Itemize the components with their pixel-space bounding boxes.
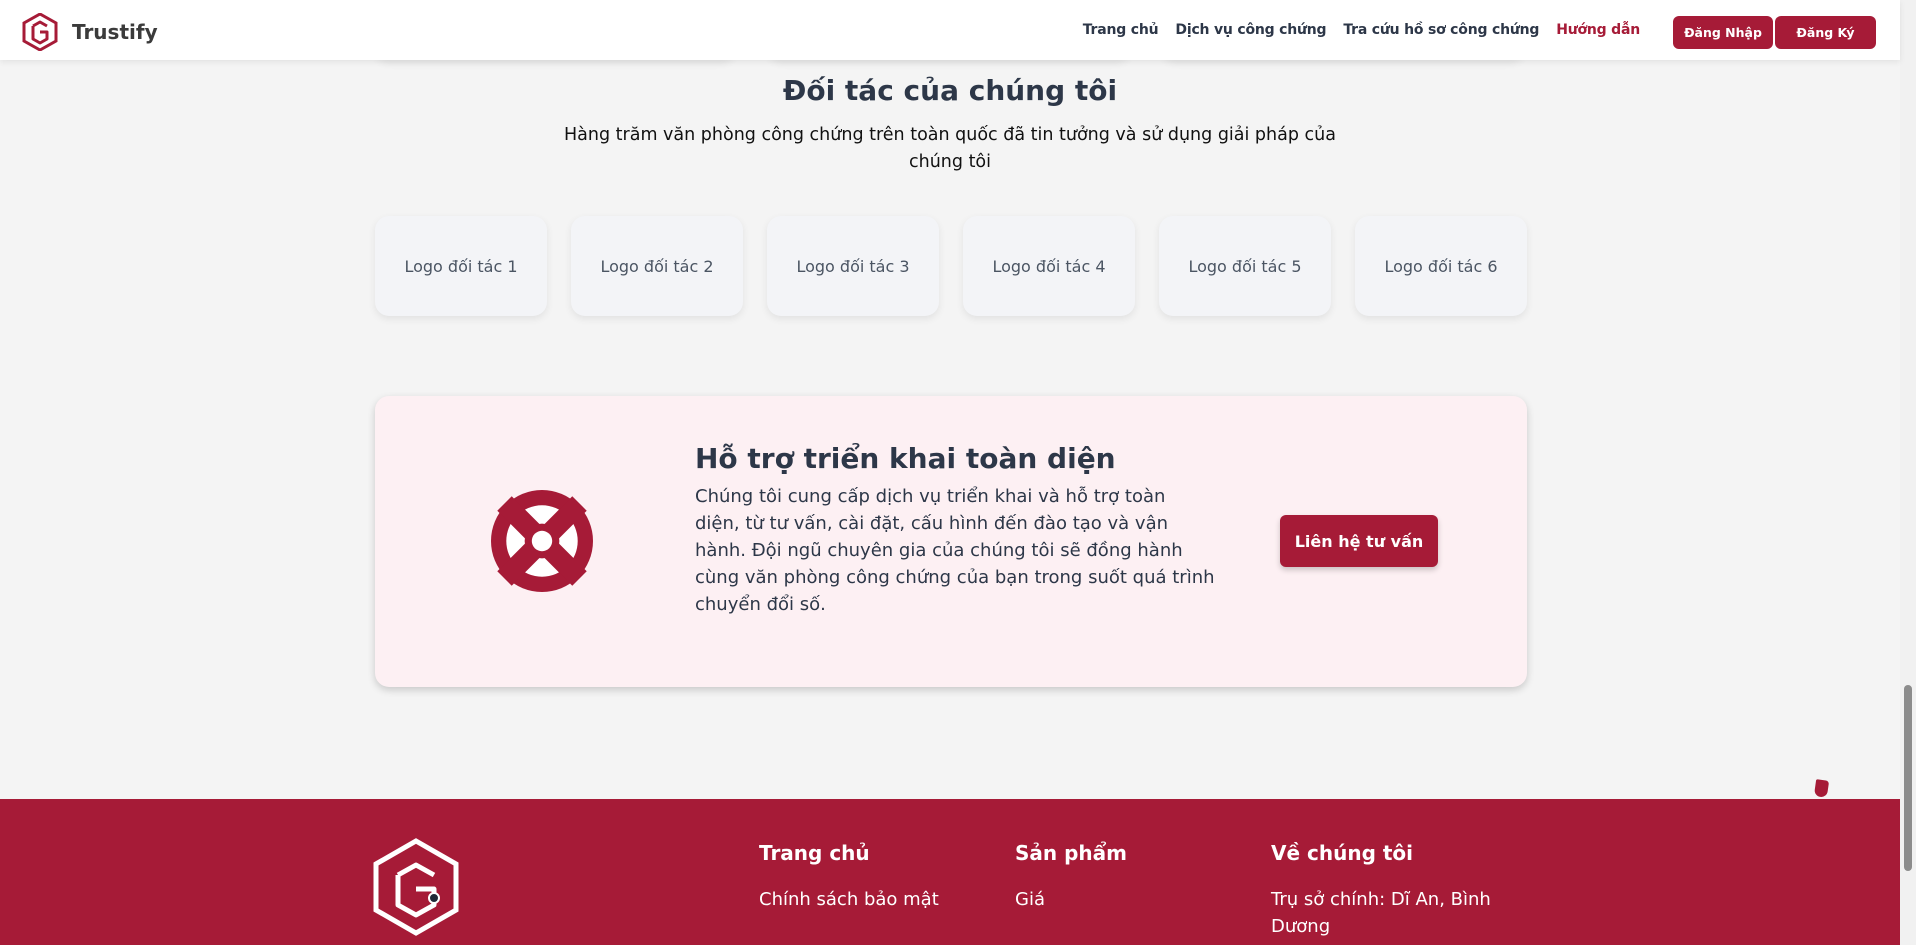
partner-logo-card: Logo đối tác 6 [1355,216,1527,316]
brand[interactable]: Trustify [22,13,158,51]
lifebuoy-icon [491,490,593,592]
footer-logo-icon [373,838,459,936]
site-footer: Trang chủ Chính sách bảo mật Sản phẩm Gi… [0,799,1900,945]
main-nav: Trang chủ Dịch vụ công chứng Tra cứu hồ … [1083,0,1640,60]
footer-column-products: Sản phẩm Giá [1015,841,1215,913]
support-text: Chúng tôi cung cấp dịch vụ triển khai và… [695,486,1215,615]
site-header: Trustify Trang chủ Dịch vụ công chứng Tr… [0,0,1900,60]
partner-logos: Logo đối tác 1 Logo đối tác 2 Logo đối t… [375,216,1527,316]
footer-column-home: Trang chủ Chính sách bảo mật [759,841,999,913]
footer-link-privacy[interactable]: Chính sách bảo mật [759,886,999,913]
footer-column-title[interactable]: Trang chủ [759,841,999,865]
register-button[interactable]: Đăng Ký [1775,16,1876,49]
support-section: Hỗ trợ triển khai toàn diện Chúng tôi cu… [375,396,1527,687]
partners-title: Đối tác của chúng tôi [782,74,1118,107]
footer-column-about: Về chúng tôi Trụ sở chính: Dĩ An, Bình D… [1271,841,1511,940]
partner-logo-card: Logo đối tác 5 [1159,216,1331,316]
support-body: Hỗ trợ triển khai toàn diện Chúng tôi cu… [695,442,1215,618]
trustify-logo-icon [22,13,58,51]
nav-guide[interactable]: Hướng dẫn [1556,22,1640,38]
partner-logo-card: Logo đối tác 2 [571,216,743,316]
nav-notary-services[interactable]: Dịch vụ công chứng [1175,22,1326,38]
auth-buttons: Đăng Nhập Đăng Ký [1673,16,1876,49]
partner-logo-card: Logo đối tác 1 [375,216,547,316]
contact-consult-button[interactable]: Liên hệ tư vấn [1280,515,1438,567]
footer-column-title: Sản phẩm [1015,841,1127,865]
brand-name: Trustify [72,20,158,44]
login-button[interactable]: Đăng Nhập [1673,16,1773,49]
footer-column-title: Về chúng tôi [1271,841,1414,865]
partners-subtitle: Hàng trăm văn phòng công chứng trên toàn… [564,125,1336,172]
scrollbar-thumb[interactable] [1904,685,1912,871]
nav-home[interactable]: Trang chủ [1083,22,1159,38]
footer-link-pricing[interactable]: Giá [1015,886,1215,913]
marker-icon [1813,779,1830,798]
partner-logo-card: Logo đối tác 3 [767,216,939,316]
support-title: Hỗ trợ triển khai toàn diện [695,442,1116,475]
footer-headquarters: Trụ sở chính: Dĩ An, Bình Dương [1271,889,1491,937]
page-scrollbar[interactable] [1900,0,1916,945]
partner-logo-card: Logo đối tác 4 [963,216,1135,316]
nav-lookup-records[interactable]: Tra cứu hồ sơ công chứng [1343,22,1539,38]
